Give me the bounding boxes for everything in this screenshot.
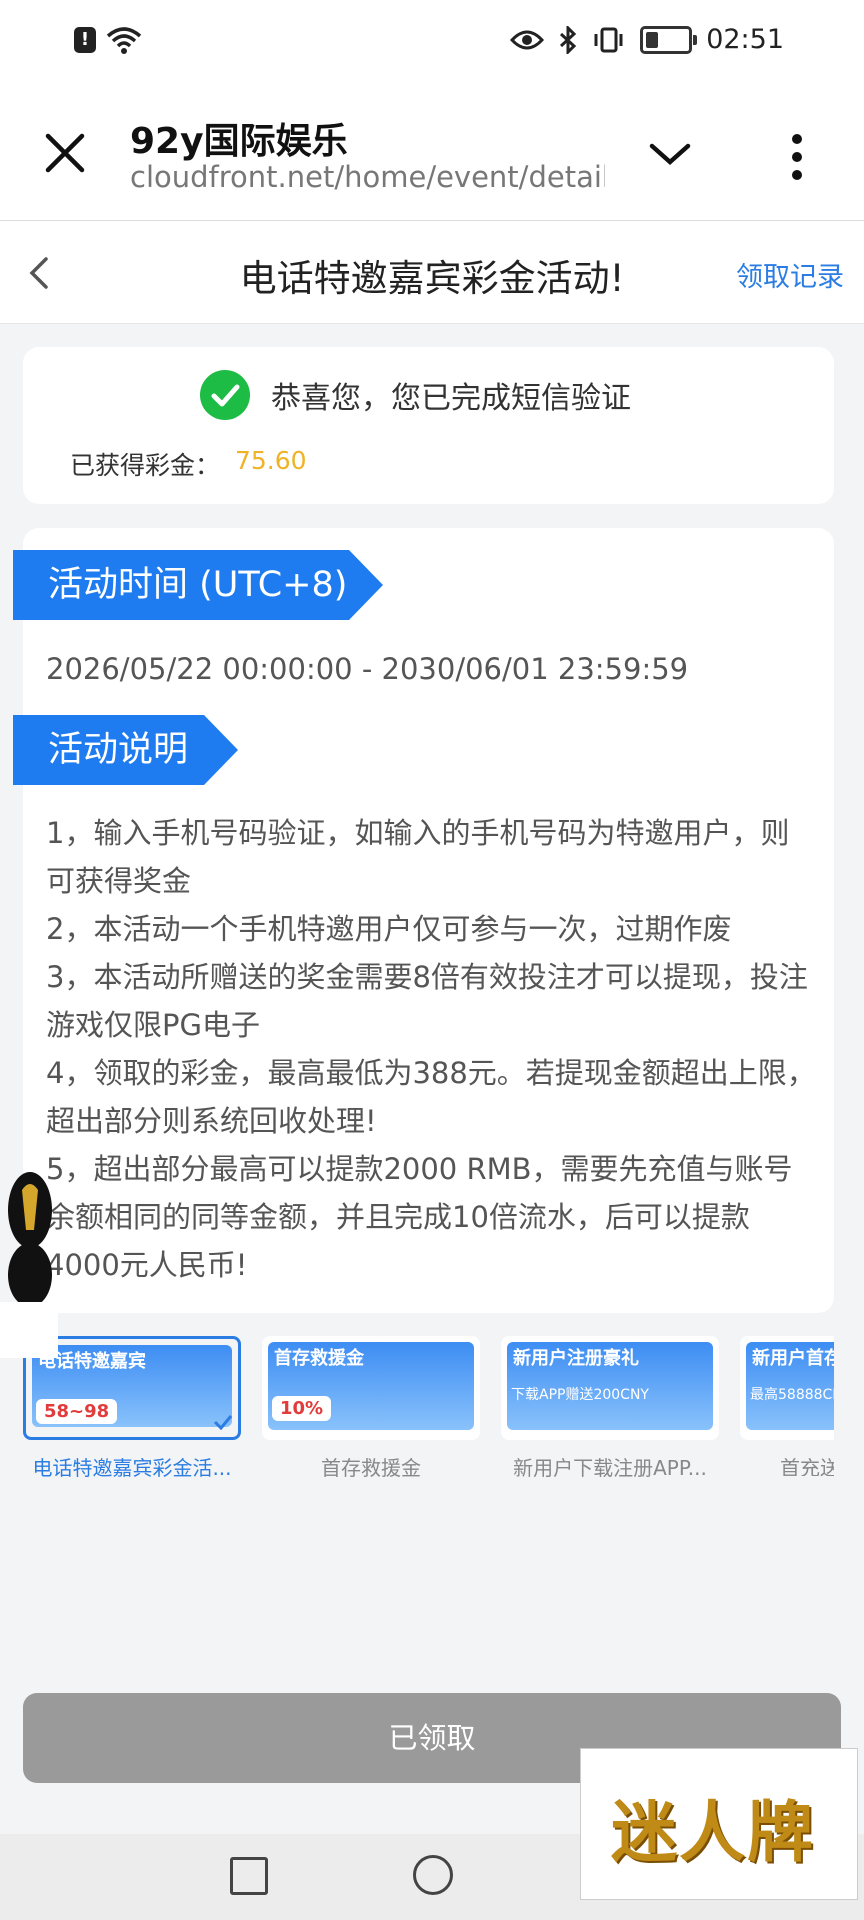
promo-banner-title: 新用户首存大 (752, 1348, 834, 1369)
verification-card: 恭喜您，您已完成短信验证 已获得彩金： 75.60 (23, 347, 834, 504)
promo-banner-sub: 下载APP赠送200CNY (511, 1387, 649, 1403)
browser-page-title: 92y国际娱乐 (130, 121, 348, 162)
verification-message: 恭喜您，您已完成短信验证 (271, 381, 631, 416)
chevron-down-icon[interactable] (648, 134, 692, 174)
status-time: 02:51 (706, 24, 784, 55)
bluetooth-icon (560, 25, 577, 54)
watermark-logo: 迷人牌 (580, 1748, 858, 1900)
browser-toolbar: 92y国际娱乐 cloudfront.net/home/event/detail… (0, 88, 864, 221)
promo-label[interactable]: 首存救援金 (262, 1452, 480, 1481)
battery-icon (640, 25, 698, 54)
promo-card-first-deposit-rescue[interactable]: 首存救援金 10% (262, 1336, 480, 1440)
selected-check-icon (213, 1415, 233, 1431)
promo-banner-badge: 10% (272, 1396, 332, 1421)
event-desc-heading: 活动说明 (13, 715, 238, 785)
promo-card-partial[interactable]: 新用户首存大 最高58888CN 首充送 (740, 1336, 834, 1476)
desc-line: 2，本活动一个手机特邀用户仅可参与一次，过期作废 (46, 912, 732, 946)
desc-line: 4，领取的彩金，最高最低为388元。若提现金额超出上限，超出部分则系统回收处理! (46, 1056, 816, 1138)
promo-card-new-user-app[interactable]: 新用户注册豪礼 下载APP赠送200CNY (501, 1336, 719, 1440)
alert-icon: ! (74, 27, 96, 53)
desc-line: 3，本活动所赠送的奖金需要8倍有效投注才可以提现，投注游戏仅限PG电子 (46, 960, 808, 1042)
promo-banner-title: 新用户注册豪礼 (513, 1348, 639, 1369)
event-time-heading: 活动时间 (UTC+8) (13, 550, 383, 620)
fifa-world-cup-logo (0, 1170, 58, 1358)
close-icon[interactable] (40, 128, 90, 178)
status-bar: ! 02:51 (0, 0, 864, 88)
promo-banner-badge: 58~98 (36, 1399, 118, 1424)
event-time-range: 2026/05/22 00:00:00 - 2030/06/01 23:59:5… (46, 652, 689, 686)
bonus-label: 已获得彩金： (70, 451, 221, 480)
page-header: 电话特邀嘉宾彩金活动! 领取记录 (0, 221, 864, 324)
check-circle-icon (200, 370, 250, 420)
vibrate-icon (594, 27, 623, 52)
event-description: 1，输入手机号码验证，如输入的手机号码为特邀用户，则可获得奖金 2，本活动一个手… (46, 809, 816, 1289)
promo-banner-sub: 最高58888CN (750, 1387, 834, 1403)
promo-label[interactable]: 首充送 (740, 1452, 834, 1476)
home-icon[interactable] (413, 1855, 453, 1895)
status-right: 02:51 (510, 24, 784, 55)
status-left: ! (74, 26, 142, 54)
desc-line: 5，超出部分最高可以提款2000 RMB，需要先充值与账号余额相同的同等金额，并… (46, 1152, 793, 1282)
promo-card-first-deposit[interactable]: 新用户首存大 最高58888CN (740, 1336, 834, 1440)
wifi-icon (106, 27, 142, 54)
claim-record-link[interactable]: 领取记录 (736, 255, 844, 294)
bonus-value: 75.60 (235, 446, 307, 475)
watermark-text: 迷人牌 (611, 1793, 815, 1871)
promo-banner-title: 首存救援金 (274, 1348, 364, 1369)
desc-line: 1，输入手机号码验证，如输入的手机号码为特邀用户，则可获得奖金 (46, 816, 790, 898)
promo-label[interactable]: 电话特邀嘉宾彩金活... (23, 1452, 241, 1481)
more-options-icon[interactable] (787, 132, 807, 182)
promo-label[interactable]: 新用户下载注册APP... (501, 1452, 719, 1481)
eye-icon (510, 30, 545, 49)
browser-url[interactable]: cloudfront.net/home/event/detail?c (130, 160, 605, 194)
recent-apps-icon[interactable] (230, 1857, 268, 1895)
page-title: 电话特邀嘉宾彩金活动! (239, 257, 625, 300)
